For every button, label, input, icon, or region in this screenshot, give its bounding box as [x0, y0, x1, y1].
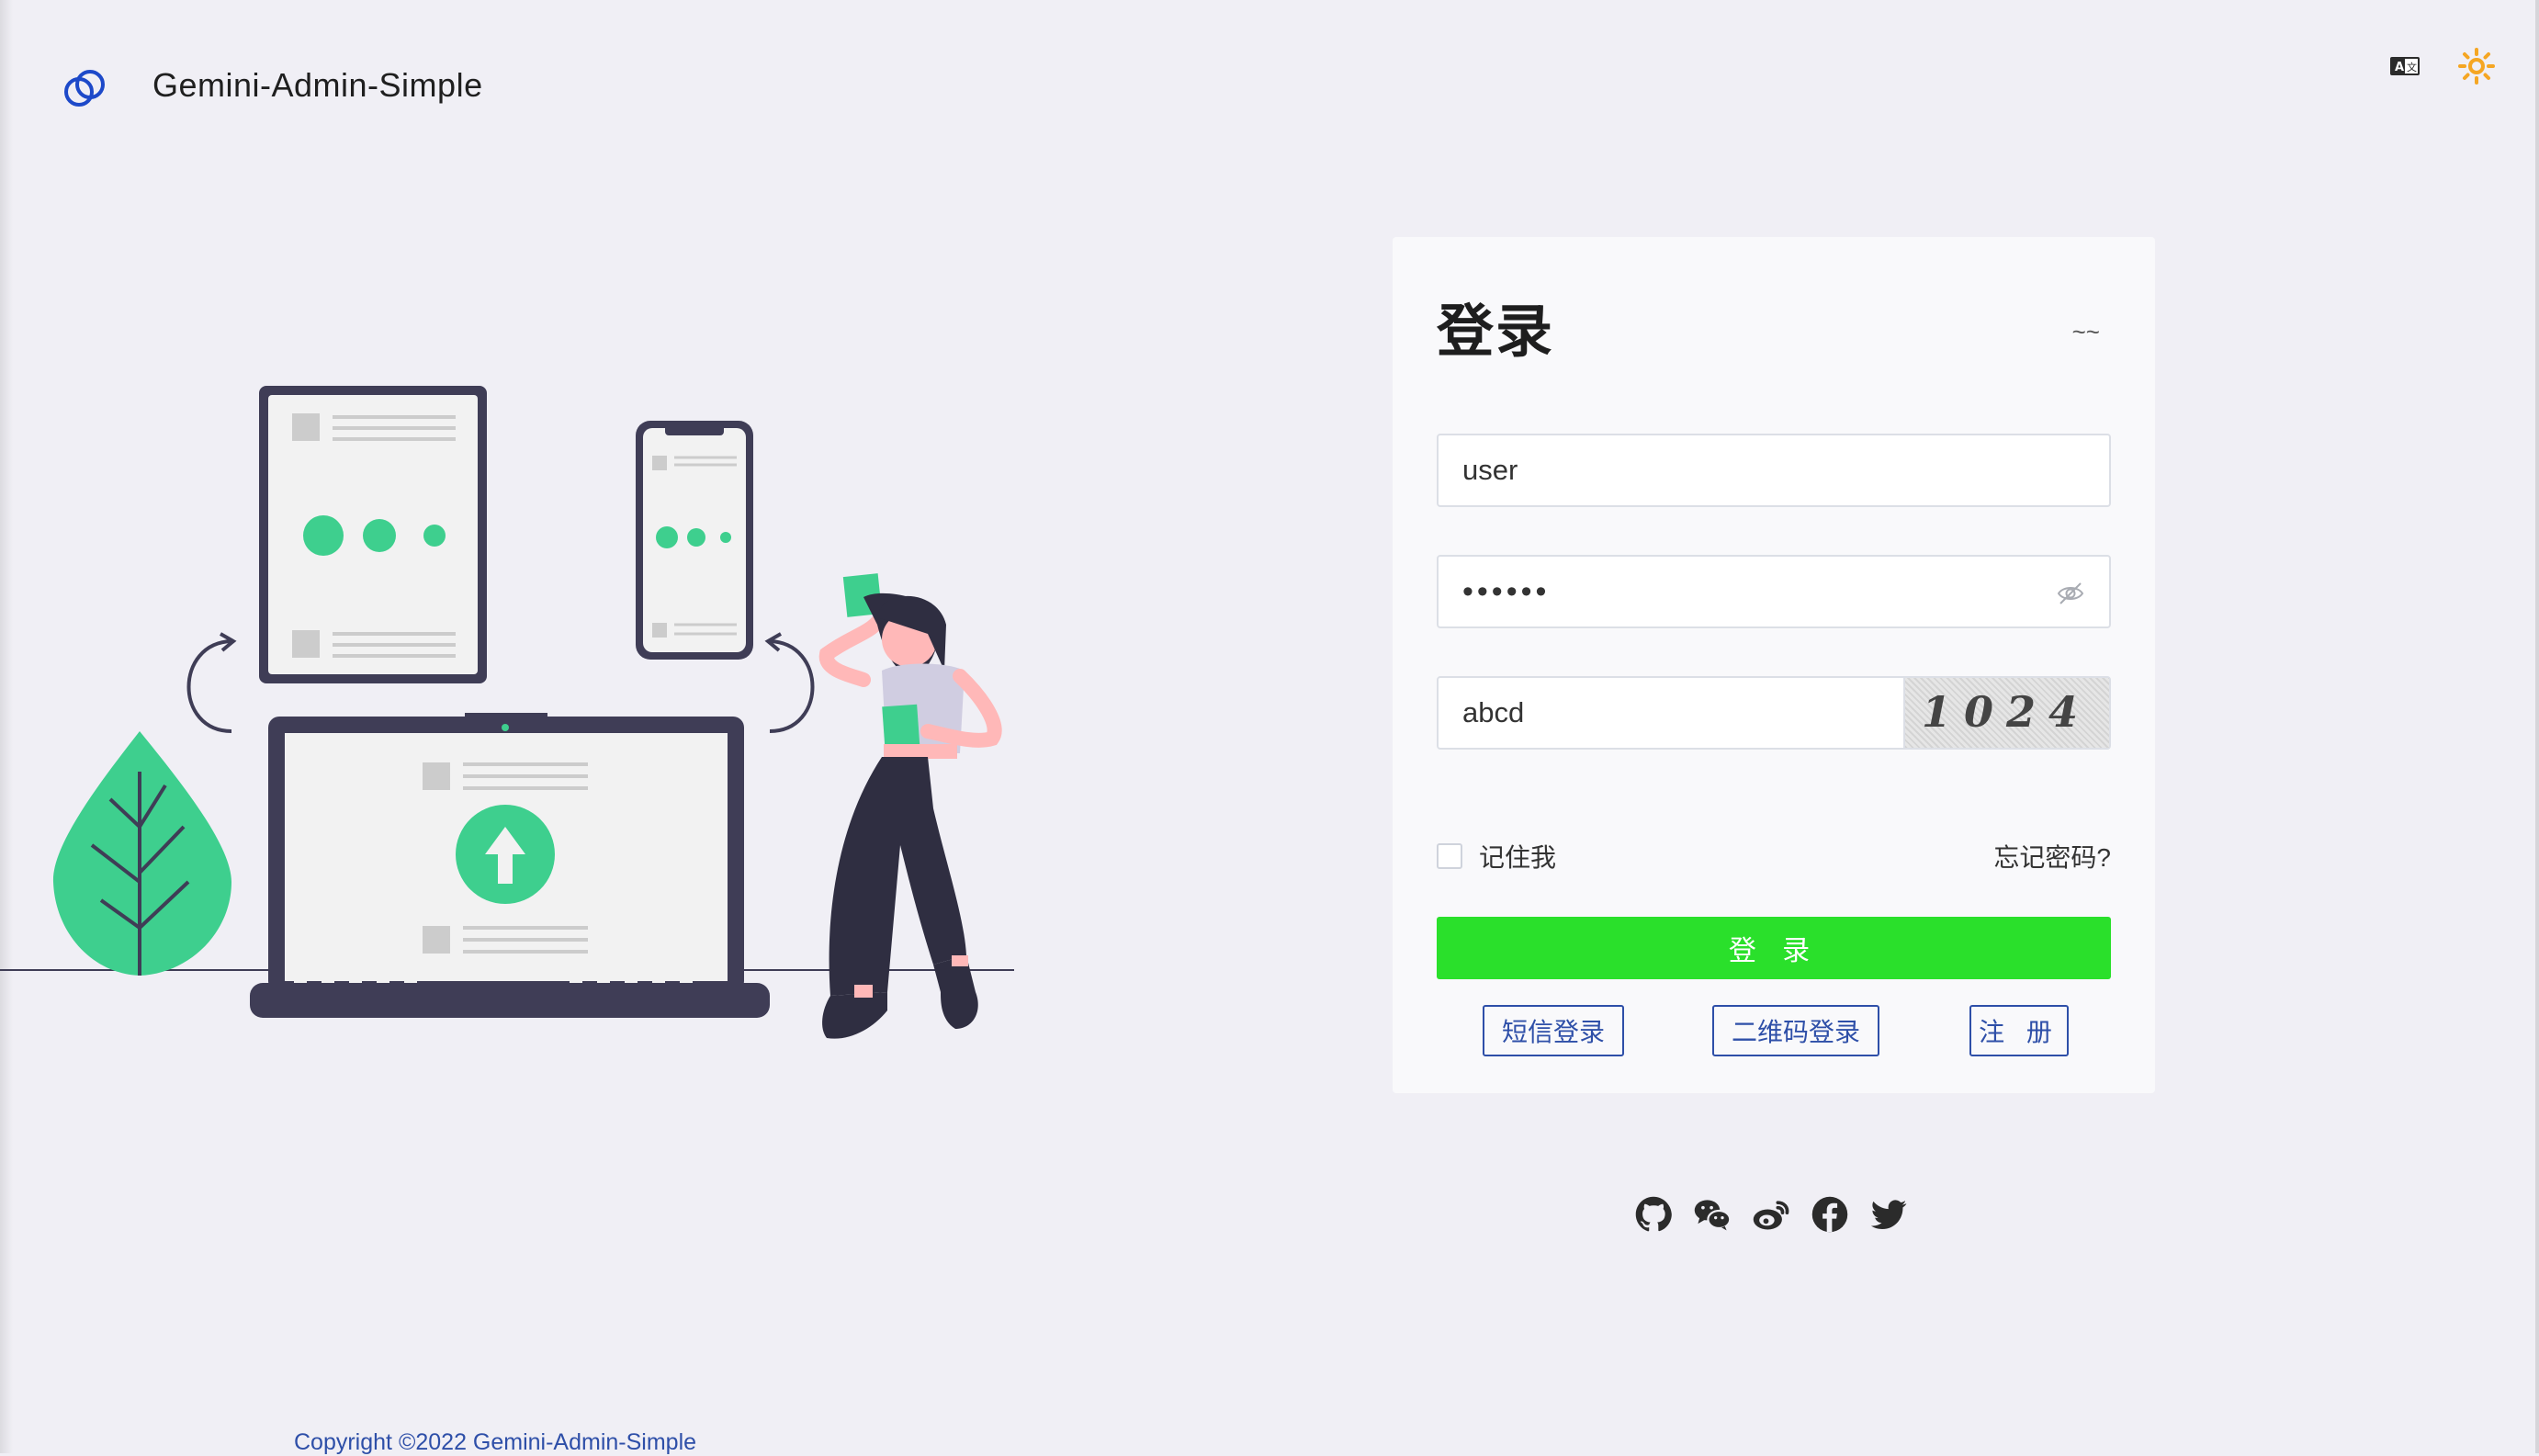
qr-login-button[interactable]: 二维码登录: [1712, 1005, 1879, 1056]
facebook-icon[interactable]: [1810, 1194, 1850, 1235]
sms-login-button[interactable]: 短信登录: [1483, 1005, 1624, 1056]
password-field[interactable]: [1437, 555, 2111, 628]
checkbox-box[interactable]: [1437, 843, 1462, 869]
remember-me-checkbox[interactable]: 记住我: [1437, 838, 1556, 875]
login-subtitle: ~~: [2071, 318, 2100, 345]
forgot-password-link[interactable]: 忘记密码?: [1993, 838, 2111, 875]
tree-illustration: [52, 731, 231, 976]
wechat-icon[interactable]: [1692, 1194, 1732, 1235]
woman-illustration: [818, 573, 1002, 1039]
captcha-input[interactable]: [1462, 678, 1903, 748]
captcha-image[interactable]: 1024: [1903, 678, 2109, 748]
svg-text:A: A: [2395, 61, 2404, 74]
svg-text:文: 文: [2407, 61, 2417, 73]
right-edge: [2535, 0, 2539, 1453]
translate-icon[interactable]: A 文: [2385, 46, 2425, 86]
twitter-icon[interactable]: [1868, 1194, 1909, 1235]
github-icon[interactable]: [1633, 1194, 1674, 1235]
username-field[interactable]: [1437, 434, 2111, 507]
login-button[interactable]: 登 录: [1437, 917, 2111, 979]
copyright-text: Copyright ©2022 Gemini-Admin-Simple: [294, 1429, 697, 1455]
devices-illustration: [0, 386, 1014, 1039]
eye-off-icon[interactable]: [2056, 579, 2085, 608]
tablet-illustration: [259, 386, 487, 683]
app-title: Gemini-Admin-Simple: [152, 66, 483, 104]
login-title: 登录: [1437, 300, 1555, 364]
captcha-text: 1024: [1922, 687, 2092, 737]
register-button[interactable]: 注 册: [1969, 1005, 2069, 1056]
laptop-illustration: [250, 713, 770, 1018]
password-input[interactable]: [1462, 557, 2032, 626]
sun-icon[interactable]: [2456, 46, 2497, 86]
social-login-bar: [1633, 1194, 1909, 1235]
weibo-icon[interactable]: [1751, 1194, 1791, 1235]
gemini-logo-icon: [64, 70, 105, 107]
captcha-field[interactable]: 1024: [1437, 676, 2111, 750]
login-card: 登录 ~~ 1024 记住我 忘记密码? 登 录 短信登录 二维码登录 注 册: [1393, 237, 2155, 1093]
remember-me-label: 记住我: [1479, 843, 1557, 872]
username-input[interactable]: [1462, 435, 2087, 505]
phone-illustration: [636, 421, 753, 660]
